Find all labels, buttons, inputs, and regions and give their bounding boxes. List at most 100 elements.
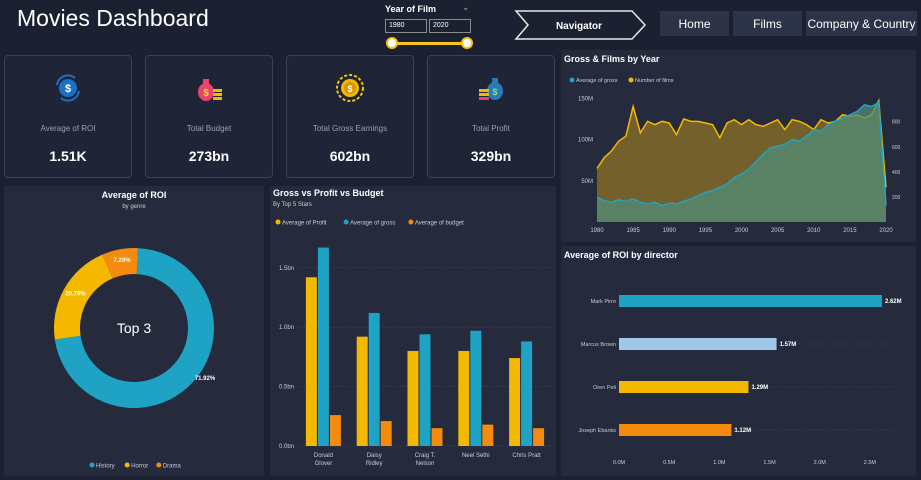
legend-label: Average of budget: [415, 221, 464, 227]
bar-average-of-budget: [380, 421, 392, 446]
donut-center-label: Top 3: [117, 320, 151, 336]
navigator-button[interactable]: Navigator: [512, 10, 647, 40]
navigator-label: Navigator: [556, 21, 602, 32]
slicer-chevron-icon[interactable]: ⌄: [462, 2, 470, 13]
kpi-card-gross: $ Total Gross Earnings 602bn: [286, 55, 414, 178]
roi-genre-panel: Average of ROI by genre 71.92% 20.79% 7.29…: [4, 186, 264, 476]
y2-tick-label: 600: [892, 145, 901, 151]
money-bag-icon: $: [198, 79, 222, 101]
y-tick-label: 100M: [578, 138, 593, 144]
x-tick-label: Nelson: [416, 461, 435, 467]
year-slider-track[interactable]: [392, 42, 467, 45]
bar-average-of-profit: [458, 350, 470, 446]
x-tick-label: Glover: [315, 461, 333, 467]
year-start-input[interactable]: 1980: [385, 19, 427, 33]
data-label: 1.12M: [734, 428, 751, 434]
legend-label: History: [96, 464, 115, 470]
legend-swatch: [275, 219, 281, 225]
bar-mark-pirro: [619, 295, 882, 307]
data-label: 2.62M: [885, 299, 902, 305]
svg-text:$: $: [65, 83, 71, 95]
bar-average-of-budget: [482, 424, 494, 446]
y-tick-label: Marcus Brown: [581, 342, 616, 348]
legend-swatch: [343, 219, 349, 225]
y-tick-label: 1.5bn: [279, 266, 294, 272]
bar-average-of-profit: [407, 350, 419, 446]
legend-label: Average of Profit: [282, 221, 327, 227]
kpi-value: 602bn: [329, 148, 371, 164]
x-tick-label: 2.5M: [864, 460, 877, 466]
x-tick-label: 2010: [807, 228, 821, 234]
donut-data-label: 7.29%: [114, 258, 132, 264]
legend-swatch: [628, 77, 634, 83]
x-tick-label: Donald: [314, 453, 333, 459]
x-tick-label: 1995: [699, 228, 713, 234]
y-tick-label: Joseph Ebanks: [578, 428, 616, 434]
y-tick-label: 0.0bn: [279, 444, 294, 450]
x-tick-label: Daisy: [367, 453, 382, 459]
y2-tick-label: 800: [892, 120, 901, 126]
legend-label: Average of gross: [350, 221, 395, 227]
gross-profit-budget-panel: Gross vs Profit vs Budget By Top 5 Stars…: [270, 186, 556, 476]
bar-oren-peli: [619, 381, 749, 393]
kpi-card-budget: $ Total Budget 273bn: [145, 55, 273, 178]
roi-director-panel: Average of ROI by director 0.0M 0.5M 1.0M 1…: [561, 246, 916, 476]
svg-text:$: $: [492, 87, 497, 97]
kpi-card-roi: $ Average of ROI 1.51K: [4, 55, 132, 178]
x-tick-label: Craig T.: [415, 453, 436, 459]
nav-films-button[interactable]: Films: [733, 11, 802, 36]
horizontal-bar-chart: 0.0M 0.5M 1.0M 1.5M 2.0M 2.5M Mark Pirro 2.62M M…: [578, 295, 902, 466]
x-tick-label: 1980: [590, 228, 604, 234]
x-tick-label: 0.0M: [613, 460, 626, 466]
x-tick-label: 2.0M: [814, 460, 827, 466]
y-tick-label: 150M: [578, 96, 593, 102]
legend-swatch: [408, 219, 414, 225]
donut-chart: 71.92% 20.79% 7.29% Top 3 History Horror Drama: [53, 248, 216, 470]
donut-data-label: 71.92%: [195, 376, 216, 382]
bar-average-of-budget: [431, 428, 443, 446]
bar-average-of-gross: [521, 341, 533, 446]
y-tick-label: Mark Pirro: [591, 299, 616, 305]
donut-data-label: 20.79%: [65, 291, 86, 297]
year-slider-end-handle[interactable]: [461, 37, 473, 49]
legend-swatch: [89, 462, 95, 468]
bar-average-of-budget: [329, 415, 341, 446]
x-tick-label: 2015: [843, 228, 857, 234]
y2-tick-label: 200: [892, 195, 901, 201]
y-tick-label: Oren Peli: [593, 385, 616, 391]
bar-average-of-profit: [305, 277, 317, 446]
kpi-label: Total Gross Earnings: [312, 124, 388, 133]
x-tick-label: 1985: [626, 228, 640, 234]
legend-swatch: [569, 77, 575, 83]
bar-average-of-profit: [356, 336, 368, 446]
y-tick-label: 1.0bn: [279, 325, 294, 331]
x-tick-label: 0.5M: [663, 460, 676, 466]
money-bag-coins-icon: $: [479, 78, 503, 100]
data-label: 1.29M: [751, 385, 768, 391]
x-tick-label: 1.0M: [713, 460, 726, 466]
bar-average-of-gross: [368, 312, 380, 446]
bar-marcus-brown: [619, 338, 777, 350]
nav-home-button[interactable]: Home: [660, 11, 729, 36]
x-tick-label: Chris Pratt: [512, 453, 541, 459]
x-tick-label: Ridley: [366, 461, 383, 467]
svg-text:$: $: [347, 84, 352, 94]
legend-label: Drama: [163, 464, 182, 470]
legend-swatch: [156, 462, 162, 468]
year-slicer-title: Year of Film: [385, 4, 437, 14]
kpi-value: 273bn: [188, 148, 230, 164]
year-end-input[interactable]: 2020: [429, 19, 471, 33]
x-tick-label: 2000: [735, 228, 749, 234]
x-tick-label: 1990: [663, 228, 677, 234]
x-tick-label: 2020: [879, 228, 893, 234]
year-slider-start-handle[interactable]: [386, 37, 398, 49]
bar-average-of-gross: [470, 330, 482, 446]
kpi-value: 329bn: [470, 148, 512, 164]
nav-company-country-button[interactable]: Company & Country: [806, 11, 917, 36]
dollar-coin-icon: $: [56, 74, 80, 102]
bar-average-of-gross: [419, 334, 431, 446]
y2-tick-label: 400: [892, 170, 901, 176]
area-chart: Average of gross Number of films 50M 100M 15…: [569, 77, 901, 234]
gold-coin-icon: $: [336, 74, 364, 102]
data-label: 1.57M: [780, 342, 797, 348]
